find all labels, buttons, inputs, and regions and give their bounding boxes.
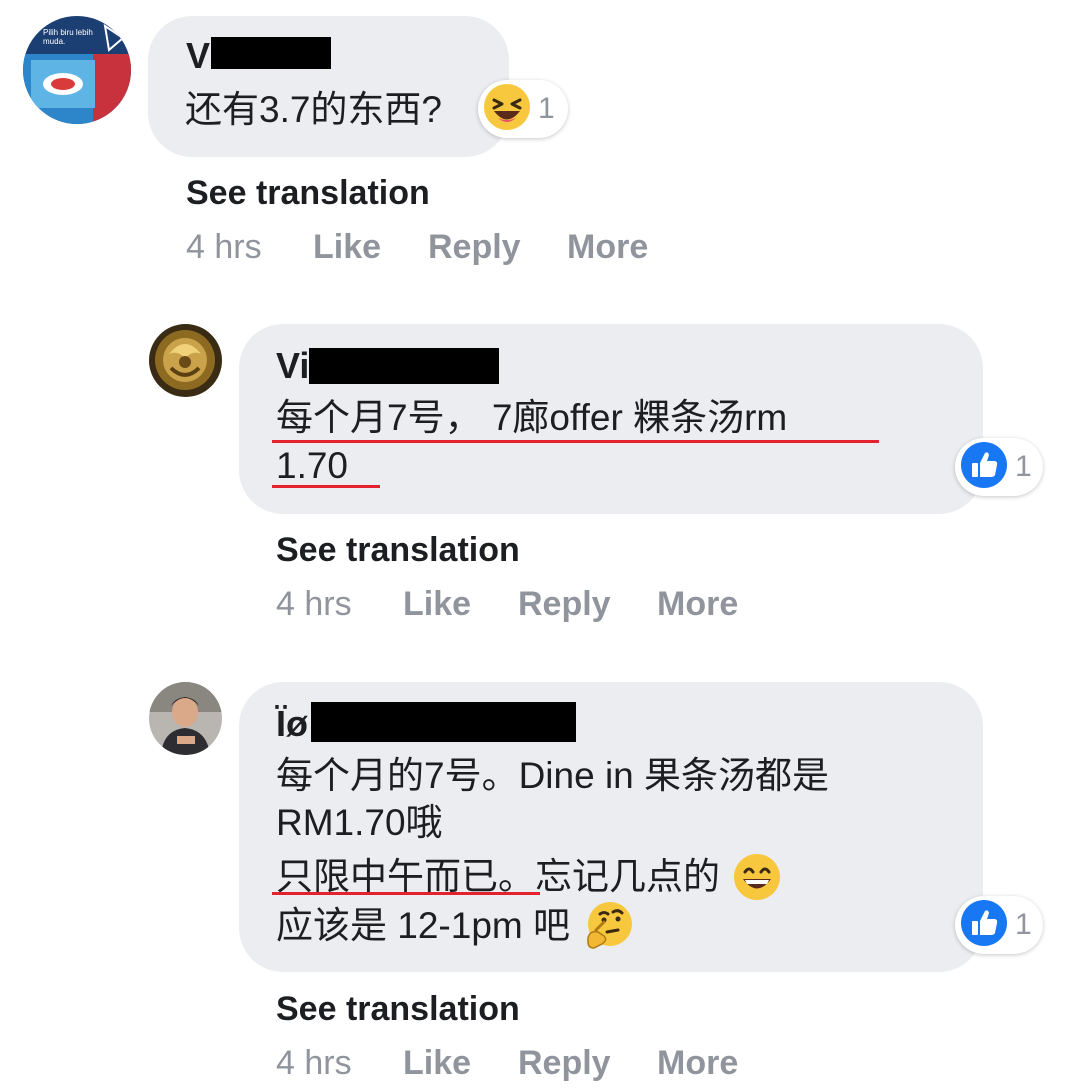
reaction-count: 1 xyxy=(1015,450,1032,483)
reply-button[interactable]: Reply xyxy=(518,584,611,624)
comment-timestamp: 4 hrs xyxy=(276,1044,352,1082)
thinking-emoji-icon xyxy=(582,900,634,952)
see-translation-link[interactable]: See translation xyxy=(276,989,520,1029)
avatar[interactable]: Pilih biru lebih muda. xyxy=(23,16,131,124)
reply-button[interactable]: Reply xyxy=(518,1043,611,1083)
see-translation-link[interactable]: See translation xyxy=(186,173,430,213)
redaction-bar xyxy=(311,702,576,742)
comment-timestamp: 4 hrs xyxy=(186,228,262,266)
redaction-bar xyxy=(211,37,331,69)
avatar-text: Pilih biru lebih muda. xyxy=(43,28,93,46)
like-button[interactable]: Like xyxy=(403,584,471,624)
grinning-emoji-icon xyxy=(732,852,782,902)
thumbs-up-icon xyxy=(959,898,1009,953)
laughing-emoji-icon xyxy=(482,82,532,137)
red-underline xyxy=(272,485,380,488)
comment-actions: 4 hrs Like Reply More xyxy=(276,584,776,624)
avatar[interactable] xyxy=(149,682,222,755)
reaction-summary[interactable]: 1 xyxy=(478,80,568,138)
redaction-bar xyxy=(309,348,499,384)
comment-line-with-emoji: 应该是 12-1pm 吧 xyxy=(276,900,634,950)
comment-bubble: Vi 每个月7号， 7廊offer 粿条汤rm 1.70 xyxy=(239,324,983,514)
red-underline xyxy=(272,892,540,895)
comment-text-line: 每个月7号， 7廊offer 粿条汤rm xyxy=(276,397,788,438)
comment-text-line: 1.70 xyxy=(276,445,349,486)
avatar[interactable] xyxy=(149,324,222,397)
comment-text-line: 还有3.7的东西? xyxy=(185,89,443,130)
like-button[interactable]: Like xyxy=(313,227,381,267)
more-button[interactable]: More xyxy=(567,227,648,267)
thumbs-up-icon xyxy=(959,440,1009,495)
comment-text-line: RM1.70哦 xyxy=(276,802,443,843)
comment-bubble: Vi 还有3.7的东西? xyxy=(148,16,509,157)
comment-text-line: 每个月的7号。Dine in 果条汤都是 xyxy=(276,755,830,796)
comment-actions: 4 hrs Like Reply More xyxy=(276,1043,776,1083)
reply-button[interactable]: Reply xyxy=(428,227,521,267)
red-underline xyxy=(272,440,879,443)
see-translation-link[interactable]: See translation xyxy=(276,530,520,570)
reaction-count: 1 xyxy=(1015,908,1032,941)
reaction-count: 1 xyxy=(538,92,555,125)
comment-author[interactable]: Vi xyxy=(276,346,309,386)
more-button[interactable]: More xyxy=(657,1043,738,1083)
like-button[interactable]: Like xyxy=(403,1043,471,1083)
comment-author[interactable]: Ïø xyxy=(276,704,308,744)
reaction-summary[interactable]: 1 xyxy=(955,896,1043,954)
comment-actions: 4 hrs Like Reply More xyxy=(186,227,686,267)
comment-bubble: Ïø 每个月的7号。Dine in 果条汤都是 RM1.70哦 只限中午而已。忘… xyxy=(239,682,983,972)
reaction-summary[interactable]: 1 xyxy=(955,438,1043,496)
more-button[interactable]: More xyxy=(657,584,738,624)
comment-text-line: 应该是 12-1pm 吧 xyxy=(276,905,571,946)
comment-timestamp: 4 hrs xyxy=(276,585,352,623)
